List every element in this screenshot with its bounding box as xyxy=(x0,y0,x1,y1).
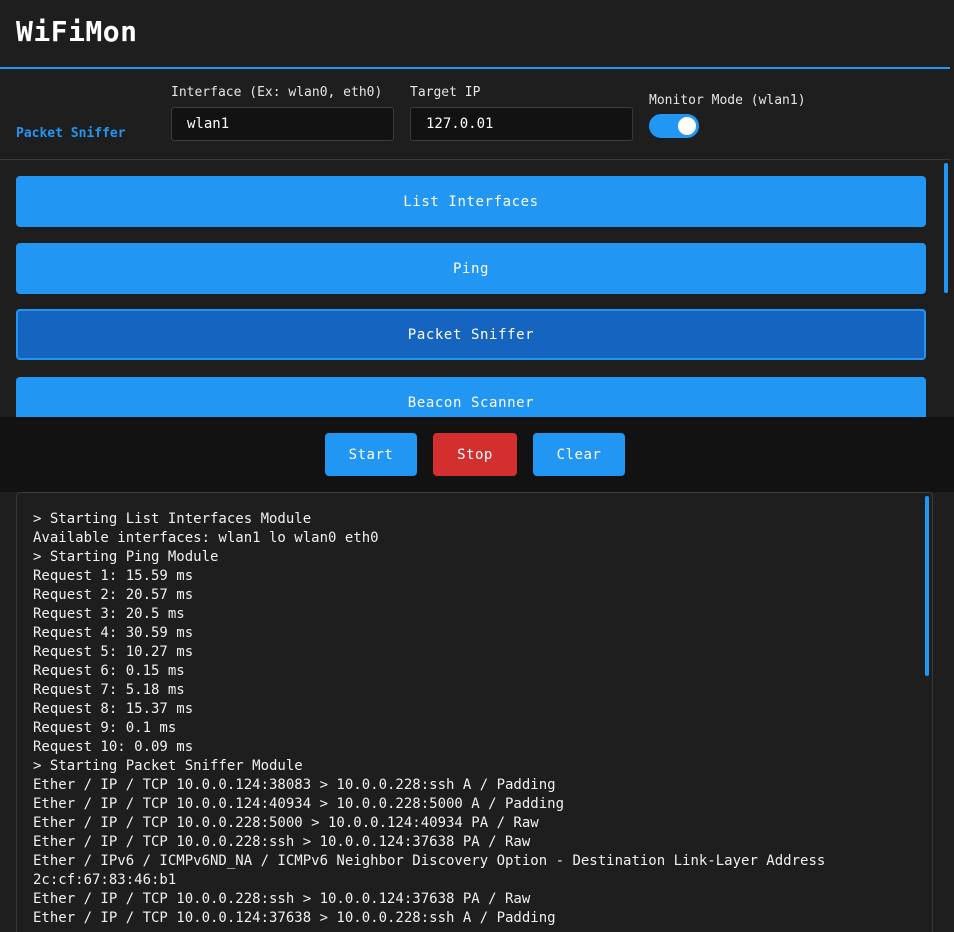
console-line: Ether / IP / TCP 10.0.0.228:ssh > 10.0.0… xyxy=(33,891,531,907)
console-line: Request 3: 20.5 ms xyxy=(33,606,185,622)
clear-button[interactable]: Clear xyxy=(533,433,625,476)
console-line: Ether / IP / TCP 10.0.0.228:5000 > 10.0.… xyxy=(33,815,539,831)
console-line: Ether / IPv6 / ICMPv6ND_NA / ICMPv6 Neig… xyxy=(33,853,826,869)
module-list-scrollbar[interactable] xyxy=(944,163,948,293)
app-title: WiFiMon xyxy=(16,15,138,48)
console-scrollbar[interactable] xyxy=(925,496,929,676)
console-line: Request 6: 0.15 ms xyxy=(33,663,185,679)
interface-label: Interface (Ex: wlan0, eth0) xyxy=(171,85,383,100)
console-line: Ether / IP / TCP 10.0.0.124:37638 > 10.0… xyxy=(33,910,556,926)
console-line: Request 9: 0.1 ms xyxy=(33,720,177,736)
interface-input[interactable] xyxy=(171,107,394,141)
console-line: > Starting Packet Sniffer Module xyxy=(33,758,303,774)
console-line: Request 8: 15.37 ms xyxy=(33,701,194,717)
monitor-mode-label: Monitor Mode (wlan1) xyxy=(649,93,806,108)
console-line: 2c:cf:67:83:46:b1 xyxy=(33,872,177,888)
action-bar: Start Stop Clear xyxy=(0,417,954,492)
stop-button[interactable]: Stop xyxy=(433,433,517,476)
console-lines: > Starting List Interfaces Module Availab… xyxy=(33,510,912,928)
module-button-packet-sniffer[interactable]: Packet Sniffer xyxy=(16,309,926,360)
app-header: WiFiMon xyxy=(0,0,950,69)
monitor-mode-toggle[interactable] xyxy=(649,114,699,138)
console-output[interactable]: > Starting List Interfaces Module Availab… xyxy=(16,492,933,932)
app-window: WiFiMon Packet Sniffer Interface (Ex: wl… xyxy=(0,0,954,932)
console-line: Request 7: 5.18 ms xyxy=(33,682,185,698)
current-module-label: Packet Sniffer xyxy=(16,126,126,141)
module-button-beacon-scanner[interactable]: Beacon Scanner xyxy=(16,377,926,417)
module-button-ping[interactable]: Ping xyxy=(16,243,926,294)
console-line: Request 1: 15.59 ms xyxy=(33,568,194,584)
console-line: > Starting Ping Module xyxy=(33,549,219,565)
target-ip-label: Target IP xyxy=(410,85,481,100)
console-line: Request 10: 0.09 ms xyxy=(33,739,194,755)
console-line: Ether / IP / TCP 10.0.0.228:ssh > 10.0.0… xyxy=(33,834,531,850)
module-button-list-interfaces[interactable]: List Interfaces xyxy=(16,176,926,227)
console-line: Ether / IP / TCP 10.0.0.124:38083 > 10.0… xyxy=(33,777,556,793)
console-line: > Starting List Interfaces Module xyxy=(33,511,312,527)
console-line: Request 4: 30.59 ms xyxy=(33,625,194,641)
toggle-knob xyxy=(678,117,696,135)
console-line: Available interfaces: wlan1 lo wlan0 eth… xyxy=(33,530,379,546)
start-button[interactable]: Start xyxy=(325,433,417,476)
console-line: Request 2: 20.57 ms xyxy=(33,587,194,603)
target-ip-input[interactable] xyxy=(410,107,633,141)
module-list[interactable]: List Interfaces Ping Packet Sniffer Beac… xyxy=(0,160,954,417)
console-line: Ether / IP / TCP 10.0.0.124:40934 > 10.0… xyxy=(33,796,565,812)
console-line: Request 5: 10.27 ms xyxy=(33,644,194,660)
controls-bar: Packet Sniffer Interface (Ex: wlan0, eth… xyxy=(0,69,950,160)
